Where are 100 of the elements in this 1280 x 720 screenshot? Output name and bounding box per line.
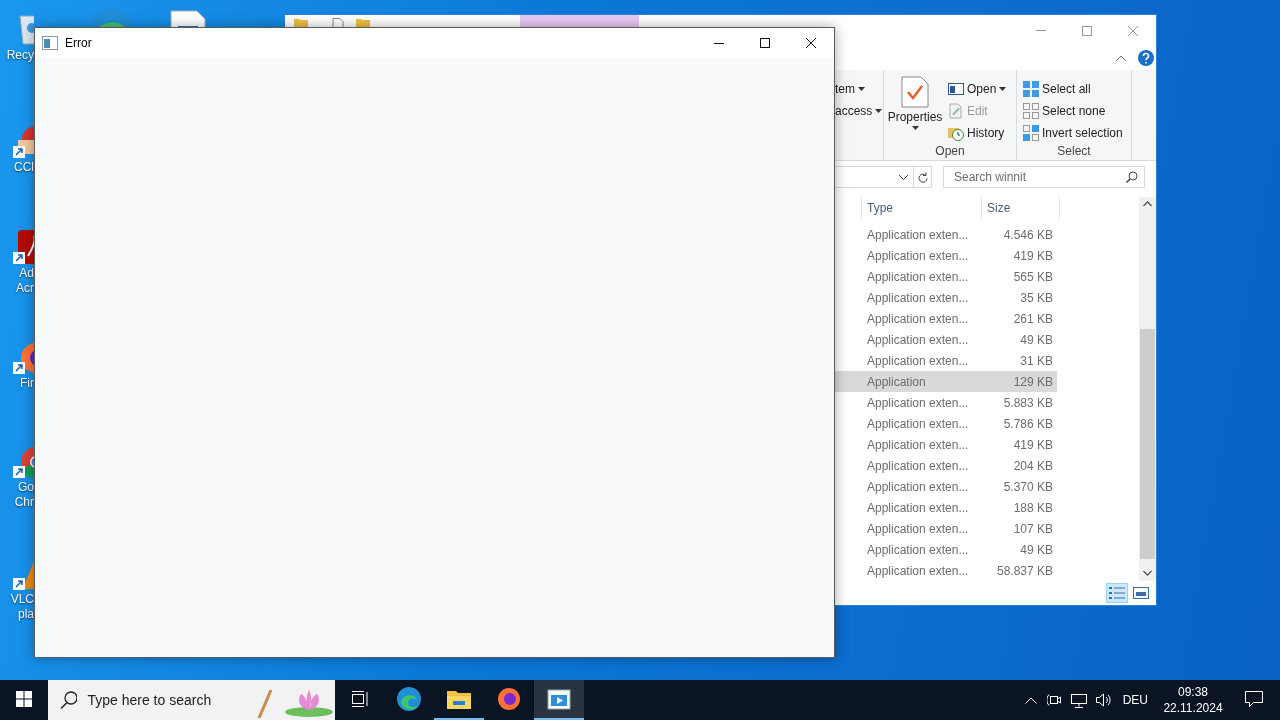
search-icon <box>60 691 78 709</box>
size-cell-text: 129 KB <box>1012 374 1053 389</box>
desktop-icon-label[interactable]: VLC <box>0 592 34 607</box>
ribbon-button[interactable]: Open <box>946 78 1009 100</box>
desktop-icon-label[interactable]: pla <box>0 607 34 622</box>
help-icon[interactable] <box>1138 50 1154 66</box>
ribbon-button[interactable]: History <box>946 122 1009 144</box>
type-cell-text: Application exten... <box>866 521 970 536</box>
input-language[interactable]: DEU <box>1122 693 1148 707</box>
file-row[interactable]: Application exten... 31 KB <box>835 350 1057 371</box>
type-cell-text: Application exten... <box>866 311 970 326</box>
ribbon-button[interactable]: Select none <box>1021 100 1125 122</box>
camera-icon <box>1046 692 1063 708</box>
maximize-icon <box>1082 25 1092 36</box>
file-row[interactable]: Application exten... 188 KB <box>835 497 1057 518</box>
clock-folder-icon <box>948 125 964 141</box>
firefox-icon <box>497 687 521 711</box>
size-cell-text: 5.786 KB <box>1002 416 1053 431</box>
taskbar-app-button[interactable] <box>534 680 584 720</box>
caret-icon <box>911 126 919 130</box>
type-cell-text: Application exten... <box>866 479 970 494</box>
desktop-icon-label[interactable]: Chr <box>0 495 34 510</box>
file-row[interactable]: Application exten... 4.546 KB <box>835 224 1057 245</box>
file-row[interactable]: Application exten... 204 KB <box>835 455 1057 476</box>
size-cell-text: 107 KB <box>1012 521 1053 536</box>
desktop-icon-label[interactable]: Ad <box>0 266 34 281</box>
size-cell-text: 49 KB <box>1019 542 1053 557</box>
type-cell-text: Application exten... <box>866 500 970 515</box>
group-label: Open <box>935 144 965 160</box>
type-cell-text: Application exten... <box>866 353 970 368</box>
close-icon <box>806 38 816 48</box>
type-cell-text: Application exten... <box>866 563 970 578</box>
file-row[interactable]: Application exten... 58.837 KB <box>835 560 1057 581</box>
file-row[interactable]: Application exten... 5.370 KB <box>835 476 1057 497</box>
type-cell-text: Application exten... <box>866 437 970 452</box>
file-row[interactable]: Application exten... 35 KB <box>835 287 1057 308</box>
file-row[interactable]: Application exten... 5.883 KB <box>835 392 1057 413</box>
size-cell-text: 419 KB <box>1012 437 1053 452</box>
thumbnail-icon <box>1133 587 1149 599</box>
file-row[interactable]: Application exten... 419 KB <box>835 245 1057 266</box>
size-cell-text: 188 KB <box>1012 500 1053 515</box>
file-row[interactable]: Application exten... 49 KB <box>835 539 1057 560</box>
desktop-icon-label[interactable]: Go <box>0 480 34 495</box>
grid-icon <box>1023 81 1039 97</box>
desktop-icon-label[interactable]: Acr <box>0 281 34 296</box>
document-icon[interactable] <box>170 10 206 27</box>
pencil-page-icon <box>948 103 964 119</box>
minimize-icon <box>714 42 724 44</box>
close-icon <box>1128 25 1138 36</box>
grid-icon <box>1023 125 1039 141</box>
app-window-icon <box>547 688 571 710</box>
type-cell-text: Application exten... <box>866 458 970 473</box>
scroll-thumb[interactable] <box>1140 329 1155 559</box>
column-header[interactable]: Type <box>861 197 981 219</box>
ribbon-menu-button[interactable]: access <box>835 100 883 122</box>
file-row[interactable]: Application exten... 565 KB <box>835 266 1057 287</box>
clock[interactable]: 09:38 22.11.2024 <box>1158 684 1228 716</box>
window-icon <box>948 82 964 96</box>
refresh-icon <box>917 171 928 183</box>
clock-date: 22.11.2024 <box>1163 700 1223 716</box>
task-view-icon <box>351 691 369 707</box>
column-header[interactable]: Size <box>981 197 1059 219</box>
chevron-up-icon[interactable] <box>1116 55 1126 61</box>
file-row[interactable]: Application exten... 49 KB <box>835 329 1057 350</box>
size-cell-text: 419 KB <box>1012 248 1053 263</box>
type-cell-text: Application exten... <box>866 290 970 305</box>
ribbon-button[interactable]: Select all <box>1021 78 1125 100</box>
scrollbar[interactable] <box>1139 197 1156 581</box>
file-row[interactable]: Application exten... 107 KB <box>835 518 1057 539</box>
size-cell-text: 31 KB <box>1019 353 1053 368</box>
search-field[interactable]: Search winnit <box>943 166 1145 188</box>
size-cell-text: 261 KB <box>1012 311 1053 326</box>
size-cell-text: 35 KB <box>1019 290 1053 305</box>
type-cell-text: Application exten... <box>866 395 970 410</box>
refresh-button[interactable] <box>913 167 931 187</box>
folder-icon <box>447 689 471 709</box>
search-input[interactable]: Type here to search <box>85 691 246 709</box>
desktop-icon-label[interactable]: Fir <box>0 376 34 391</box>
desktop-icon-label[interactable]: Recy <box>0 48 34 63</box>
file-row[interactable]: Application exten... 261 KB <box>835 308 1057 329</box>
type-cell-text: Application exten... <box>866 248 970 263</box>
taskbar-search-box[interactable]: Type here to search <box>48 680 335 720</box>
search-input[interactable]: Search winnit <box>952 169 1126 185</box>
size-cell-text: 5.370 KB <box>1002 479 1053 494</box>
ribbon-button[interactable]: Invert selection <box>1021 122 1125 144</box>
ribbon-menu-button[interactable]: tem <box>835 78 883 100</box>
maximize-icon <box>760 38 770 48</box>
file-row[interactable]: Application 129 KB <box>835 371 1057 392</box>
desktop-icon-label[interactable]: CCl <box>0 160 34 175</box>
file-row[interactable]: Application exten... 419 KB <box>835 434 1057 455</box>
size-cell-text: 565 KB <box>1012 269 1053 284</box>
type-cell-text: Application exten... <box>866 542 970 557</box>
file-row[interactable]: Application exten... 5.786 KB <box>835 413 1057 434</box>
size-cell-text: 49 KB <box>1019 332 1053 347</box>
size-cell-text: 204 KB <box>1012 458 1053 473</box>
minimize-icon <box>1036 30 1046 31</box>
view-button[interactable] <box>1106 583 1128 603</box>
speaker-icon <box>1094 692 1111 708</box>
properties-button[interactable]: Properties <box>888 74 942 144</box>
address-field[interactable] <box>834 166 932 188</box>
